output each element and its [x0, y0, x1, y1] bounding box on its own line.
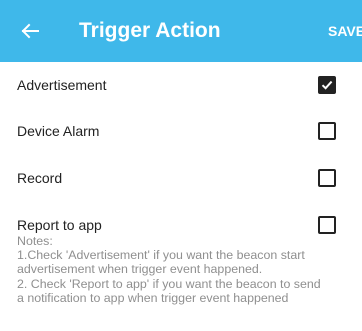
advertisement-checkbox[interactable]	[318, 76, 336, 94]
notes-line: a notification to app when trigger event…	[17, 290, 289, 305]
report-to-app-checkbox[interactable]	[318, 216, 336, 234]
option-label: Device Alarm	[17, 123, 100, 139]
checkmark-icon	[321, 80, 333, 90]
notes-line: 1.Check 'Advertisement' if you want the …	[17, 248, 305, 263]
notes-line: 2. Check 'Report to app' if you want the…	[17, 276, 321, 291]
notes-heading: Notes:	[17, 234, 53, 248]
option-row-device-alarm[interactable]: Device Alarm	[0, 108, 362, 154]
option-row-advertisement[interactable]: Advertisement	[0, 62, 362, 108]
option-label: Record	[17, 170, 63, 186]
app-toolbar: Trigger Action SAVE	[0, 0, 362, 62]
notes-line: advertisement when trigger event happene…	[17, 262, 263, 277]
arrow-left-icon	[21, 23, 39, 39]
device-alarm-checkbox[interactable]	[318, 122, 336, 140]
option-label: Report to app	[17, 217, 102, 233]
save-button[interactable]: SAVE	[328, 23, 362, 39]
trigger-action-screen: Trigger Action SAVE Advertisement Device…	[0, 0, 362, 331]
record-checkbox[interactable]	[318, 169, 336, 187]
notes-section: Notes: 1.Check 'Advertisement' if you wa…	[17, 234, 357, 305]
option-row-record[interactable]: Record	[0, 155, 362, 201]
page-title: Trigger Action	[79, 19, 221, 42]
back-button[interactable]	[14, 15, 46, 47]
option-label: Advertisement	[17, 77, 107, 93]
